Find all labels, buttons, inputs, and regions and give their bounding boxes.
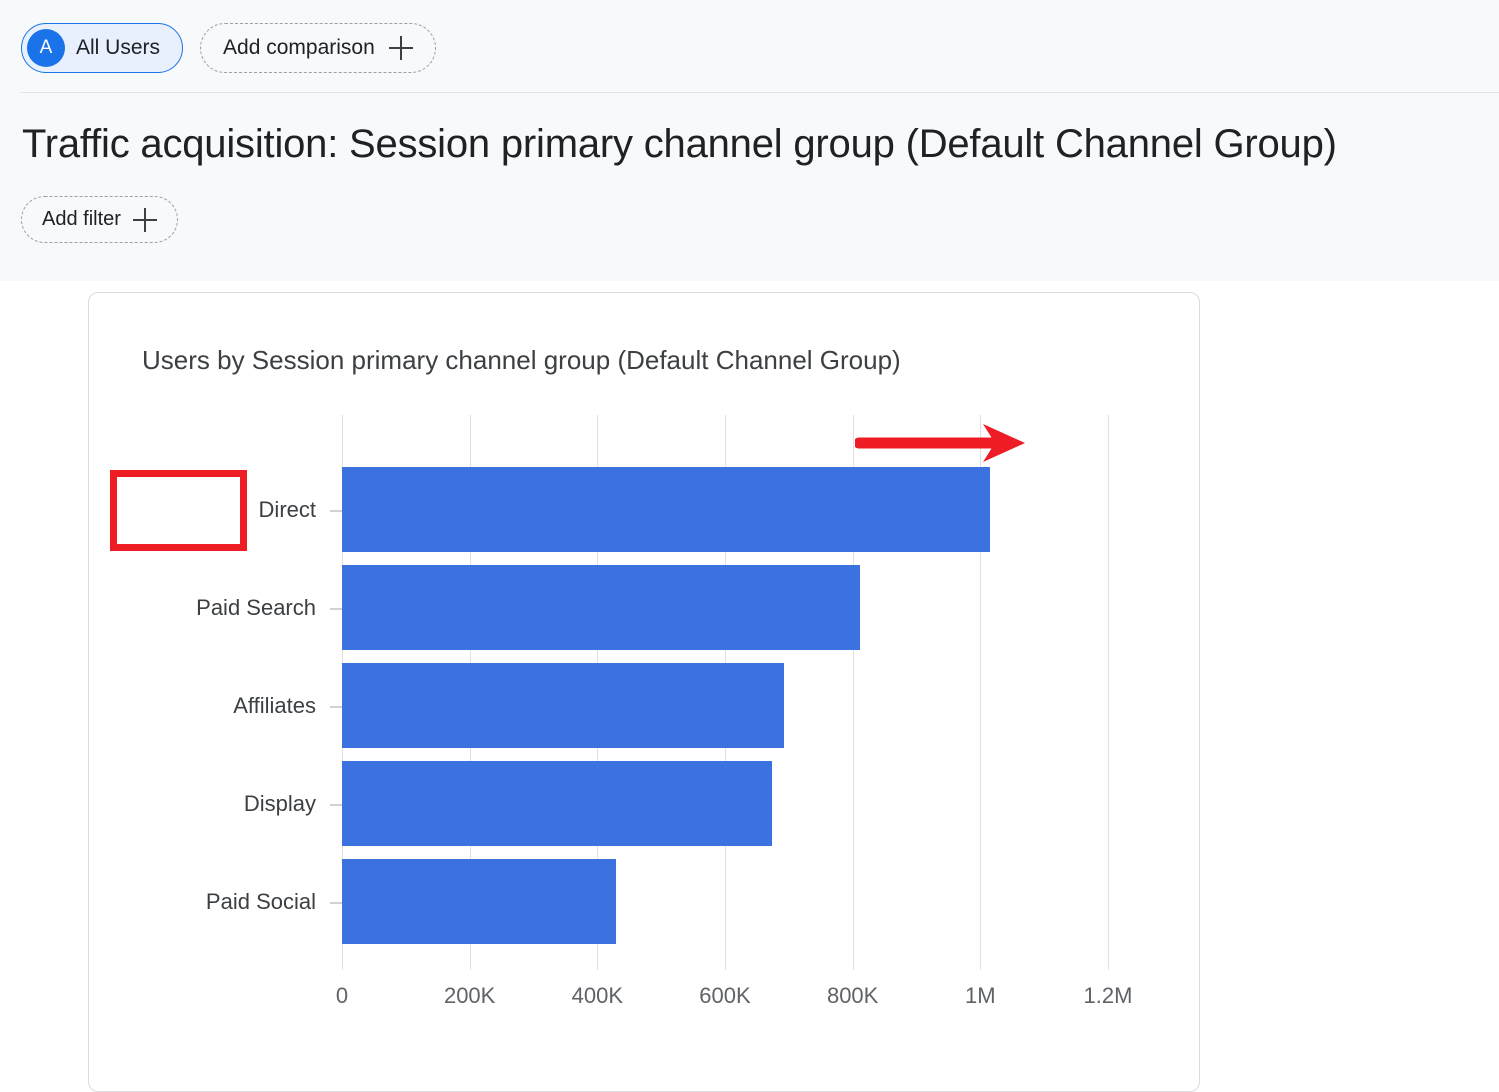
page-title: Traffic acquisition: Session primary cha… bbox=[22, 122, 1337, 166]
plus-icon bbox=[388, 36, 413, 60]
chart-title: Users by Session primary channel group (… bbox=[142, 345, 901, 375]
add-filter-label: Add filter bbox=[42, 208, 121, 230]
comparison-chips-row: A All Users Add comparison bbox=[21, 22, 436, 74]
avatar: A bbox=[27, 29, 65, 67]
add-filter-button[interactable]: Add filter bbox=[21, 196, 178, 243]
annotation-highlight-box-direct bbox=[110, 470, 247, 551]
add-comparison-button[interactable]: Add comparison bbox=[200, 23, 436, 73]
annotation-arrow-icon bbox=[855, 424, 1025, 462]
filter-row: Add filter bbox=[21, 196, 178, 243]
toolbar-divider bbox=[21, 92, 1499, 93]
add-comparison-label: Add comparison bbox=[223, 36, 375, 59]
chart-card bbox=[88, 292, 1200, 1092]
top-toolbar-background-right bbox=[1337, 0, 1499, 281]
comparison-chip-all-users[interactable]: A All Users bbox=[21, 23, 184, 73]
plus-icon bbox=[132, 207, 157, 232]
comparison-chip-label: All Users bbox=[76, 36, 161, 59]
